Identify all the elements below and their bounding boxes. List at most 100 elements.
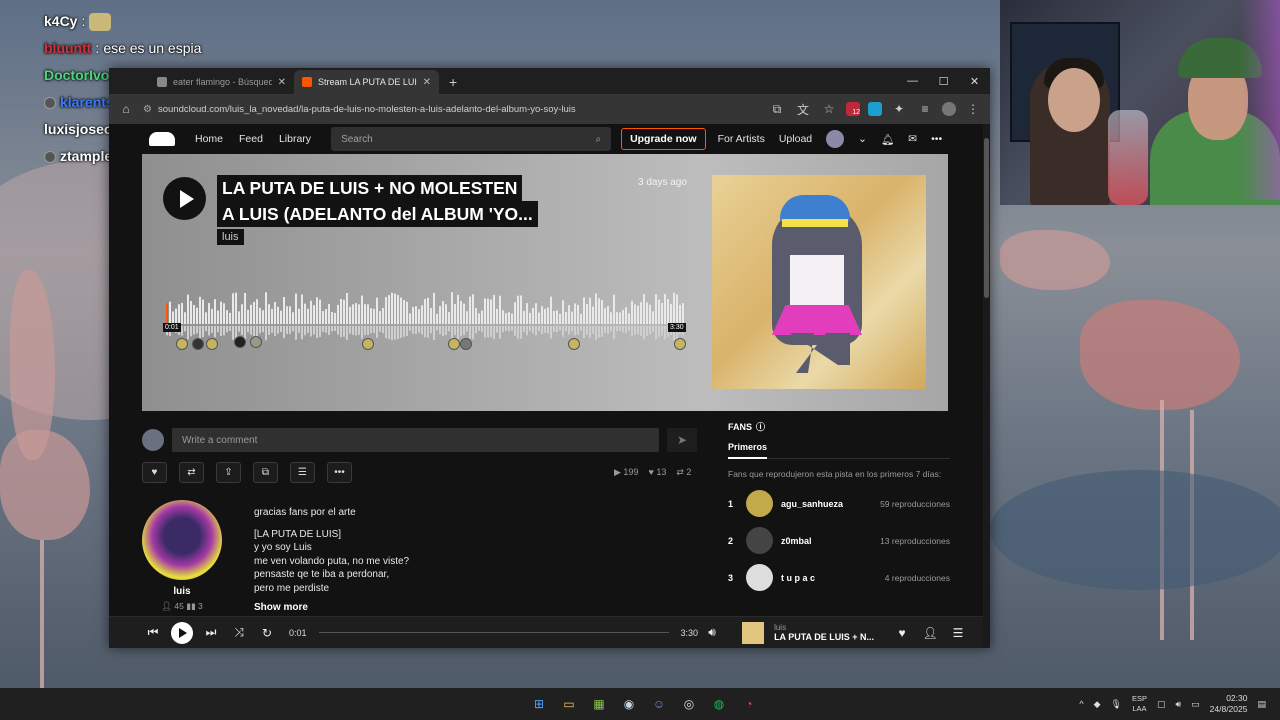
chrome-icon[interactable]: ◔ [737,692,761,716]
upload-link[interactable]: Upload [779,133,812,145]
extension-icon[interactable]: 12 [846,102,860,116]
comment-avatar[interactable] [674,338,686,350]
search-input[interactable]: Search ⌕ [331,127,612,151]
windows-start-icon[interactable]: ⊞ [527,692,551,716]
discord-icon[interactable]: ☺ [647,692,671,716]
play-button[interactable] [163,177,206,220]
chevron-up-icon[interactable]: ^ [1079,699,1083,709]
security-icon[interactable]: ◆ [1094,699,1101,710]
comment-avatar[interactable] [448,338,460,350]
notification-center-icon[interactable]: ▤ [1257,699,1266,710]
steam-icon[interactable]: ◉ [617,692,641,716]
menu-icon[interactable]: ⋮ [964,100,982,118]
chevron-down-icon[interactable]: ⌄ [858,133,867,145]
comment-avatar[interactable] [234,336,246,348]
track-artwork[interactable] [712,175,926,389]
maximize-button[interactable]: ☐ [928,68,959,94]
fan-row[interactable]: 3 t u p a c 4 reproducciones [728,559,950,596]
comment-avatar[interactable] [362,338,374,350]
new-tab-button[interactable]: + [439,74,467,94]
add-to-playlist-button[interactable]: ☰ [290,462,315,483]
comment-avatar[interactable] [568,338,580,350]
heart-icon[interactable]: ♥ [888,626,916,640]
spotify-icon[interactable]: ◍ [707,692,731,716]
repost-button[interactable]: ⇄ [179,462,204,483]
reading-list-icon[interactable]: ≡ [916,100,934,118]
fan-avatar[interactable] [746,527,773,554]
fan-name[interactable]: t u p a c [781,573,885,583]
user-avatar[interactable] [826,130,845,148]
translate-icon[interactable]: 文 [794,100,812,118]
notifications-bell-icon[interactable]: 🔔︎ [881,133,894,146]
fan-row[interactable]: 1 agu_sanhueza 59 reproducciones [728,485,950,522]
fan-avatar[interactable] [746,490,773,517]
scrollbar[interactable] [983,124,990,648]
repeat-icon[interactable]: ↻ [253,626,281,640]
extension-icon[interactable] [868,102,882,116]
reposts-count[interactable]: ⇄ 2 [676,467,691,478]
show-more-button[interactable]: Show more [254,602,308,613]
extensions-puzzle-icon[interactable]: ✦ [890,100,908,118]
track-artist-link[interactable]: luis [217,229,244,245]
shuffle-icon[interactable]: ⤨ [225,625,253,640]
battery-icon[interactable]: ▭ [1191,699,1200,710]
upgrade-button[interactable]: Upgrade now [621,128,706,150]
player-play-button[interactable] [171,621,193,644]
tab-soundcloud[interactable]: Stream LA PUTA DE LUIS + NO ✕ [294,70,439,94]
tracks-count[interactable]: 3 [198,601,203,611]
fan-name[interactable]: z0mbal [781,536,880,546]
tab-search[interactable]: eater flamingo - Búsqueda ✕ [149,70,294,94]
player-track-artwork[interactable] [742,621,765,644]
search-icon[interactable]: ⌕ [595,134,601,145]
install-app-icon[interactable]: ⧉ [768,100,786,118]
share-button[interactable]: ⇪ [216,462,241,483]
comment-avatar[interactable] [192,338,204,350]
artist-name[interactable]: luis [142,586,222,597]
network-icon[interactable]: ▢ [1157,699,1166,710]
star-icon[interactable]: ☆ [820,100,838,118]
volume-icon[interactable]: 🔊︎ [1175,699,1181,710]
comment-avatar[interactable] [250,336,262,348]
fan-name[interactable]: agu_sanhueza [781,499,880,509]
nav-library[interactable]: Library [271,133,319,145]
messages-icon[interactable]: ✉ [908,133,917,145]
language-indicator[interactable]: ESP LAA [1132,694,1147,714]
soundcloud-logo-icon[interactable] [149,132,175,146]
close-window-button[interactable]: ✕ [959,68,990,94]
url-field[interactable]: ⚙ soundcloud.com/luis_la_novedad/la-puta… [143,104,760,115]
follow-user-icon[interactable]: 👤︎ [916,626,944,640]
comment-input[interactable]: Write a comment [172,428,659,452]
info-icon[interactable]: ⓘ [756,420,765,433]
site-info-icon[interactable]: ⚙ [143,104,152,115]
nav-feed[interactable]: Feed [231,133,271,145]
artist-avatar[interactable] [142,500,222,580]
send-icon[interactable]: ➤ [667,428,697,452]
close-icon[interactable]: ✕ [423,77,431,88]
tab-primeros[interactable]: Primeros [728,442,768,459]
scrollbar-thumb[interactable] [984,138,989,298]
like-button[interactable]: ♥ [142,462,167,483]
microphone-icon[interactable]: 🎙︎ [1111,699,1122,710]
clock[interactable]: 02:30 24/8/2025 [1210,693,1248,715]
fan-avatar[interactable] [746,564,773,591]
more-button[interactable]: ••• [327,462,352,483]
player-title[interactable]: LA PUTA DE LUIS + N... [774,632,874,642]
waveform[interactable] [166,284,686,344]
comment-avatar[interactable] [460,338,472,350]
profile-avatar[interactable] [942,102,956,116]
game-app-icon[interactable]: ▦ [587,692,611,716]
player-artist[interactable]: luis [774,623,874,632]
comment-avatar[interactable] [206,338,218,350]
close-icon[interactable]: ✕ [278,77,286,88]
minimize-button[interactable]: — [897,68,928,94]
home-icon[interactable]: ⌂ [117,100,135,118]
progress-bar[interactable] [318,632,669,633]
obs-icon[interactable]: ◎ [677,692,701,716]
file-explorer-icon[interactable]: ▭ [557,692,581,716]
nav-home[interactable]: Home [187,133,231,145]
previous-icon[interactable]: ⏮ [139,625,167,640]
volume-icon[interactable]: 🔊︎ [698,625,726,640]
followers-count[interactable]: 45 [174,601,183,611]
more-options-icon[interactable]: ••• [931,133,942,145]
likes-count[interactable]: ♥ 13 [648,467,666,478]
